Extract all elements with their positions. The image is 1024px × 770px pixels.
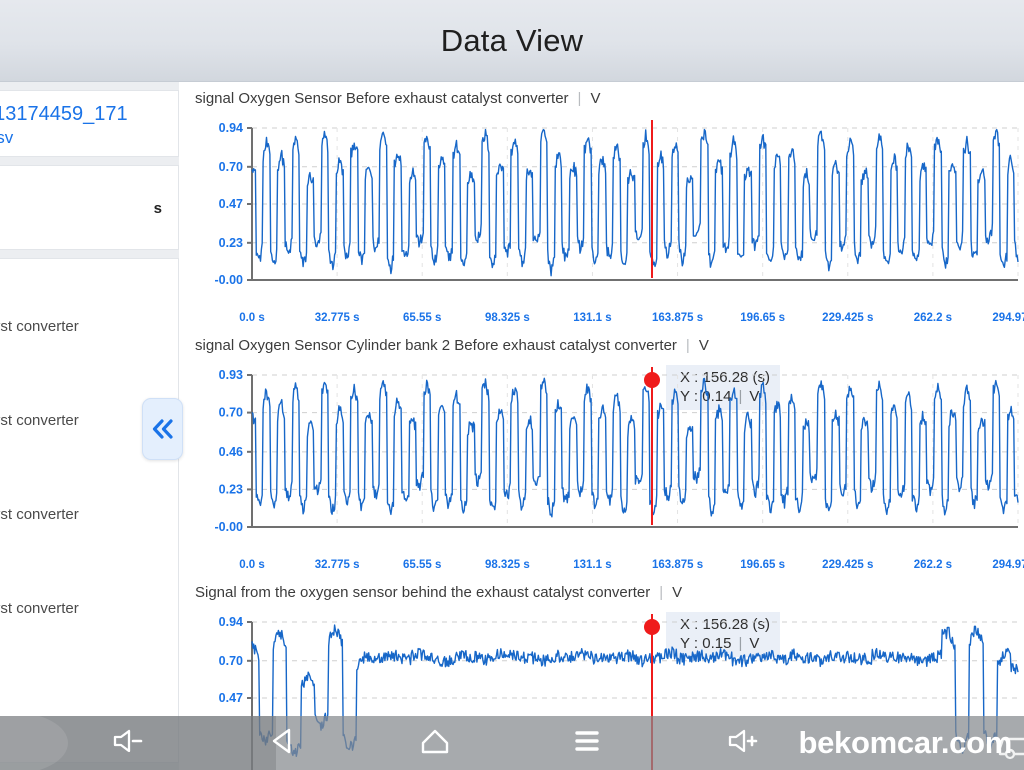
x-tick-label: 294.975 s: [992, 312, 1024, 324]
chart-unit-label: V: [672, 584, 683, 601]
chart-title-2: signal Oxygen Sensor Cylinder bank 2 Bef…: [195, 337, 709, 354]
x-tick-label: 163.875 s: [651, 559, 704, 571]
x-axis-1: 0.0 s 32.775 s 65.55 s 98.325 s 131.1 s 163.8…: [190, 312, 1024, 330]
plot-area-2[interactable]: -0.00 0.23 0.46 0.70 0.93: [190, 367, 1024, 557]
cursor-marker-1[interactable]: [644, 372, 660, 388]
recents-button[interactable]: [558, 716, 616, 770]
volume-down-button[interactable]: [100, 716, 156, 770]
back-button[interactable]: [255, 716, 313, 770]
list-item[interactable]: ust catalyst converter: [0, 279, 179, 373]
volume-down-icon: [111, 727, 145, 760]
x-tick-label: 98.325 s: [484, 312, 530, 324]
cursor-marker-2[interactable]: [644, 619, 660, 635]
page-title: Data View: [440, 22, 584, 58]
range-card: s: [0, 165, 179, 250]
waveform-chart-2[interactable]: -0.00 0.23 0.46 0.70 0.93: [190, 367, 1024, 557]
svg-text:-0.00: -0.00: [215, 273, 244, 287]
signal-list-card: ust catalyst converter ust catalyst conv…: [0, 258, 179, 763]
svg-text:0.23: 0.23: [219, 482, 243, 496]
svg-text:0.94: 0.94: [219, 121, 243, 135]
svg-text:0.46: 0.46: [219, 445, 243, 459]
chevron-double-left-icon: [150, 417, 176, 441]
chart-unit-label: V: [590, 90, 601, 107]
chart-title-3: Signal from the oxygen sensor behind the…: [195, 584, 682, 601]
car-icon: [994, 728, 1024, 768]
range-unit-label: s: [153, 200, 162, 217]
x-tick-label: 131.1 s: [573, 312, 612, 324]
list-item[interactable]: ust catalyst converter: [0, 467, 179, 561]
app-header: Data View: [0, 0, 1024, 82]
charts-column: signal Oxygen Sensor Before exhaust cata…: [190, 82, 1024, 770]
x-tick-label: 229.425 s: [822, 312, 874, 324]
chart-title-text: Signal from the oxygen sensor behind the…: [195, 584, 651, 601]
svg-text:0.47: 0.47: [219, 197, 243, 211]
chart-block-2: signal Oxygen Sensor Cylinder bank 2 Bef…: [190, 337, 1024, 657]
svg-text:-0.00: -0.00: [215, 520, 244, 534]
file-extension-label: .csv: [0, 128, 14, 147]
svg-text:0.70: 0.70: [219, 406, 243, 420]
x-tick-label: 65.55 s: [403, 559, 442, 571]
watermark: bekomcar.com: [798, 716, 1024, 770]
x-tick-label: 32.775 s: [314, 559, 360, 571]
title-separator: |: [659, 584, 664, 601]
list-item-label: ust catalyst converter: [0, 599, 79, 617]
list-item-label: ust catalyst converter: [0, 317, 79, 335]
svg-text:0.94: 0.94: [219, 615, 243, 629]
file-name-label: 313174459_171: [0, 103, 128, 125]
chart-title-1: signal Oxygen Sensor Before exhaust cata…: [195, 90, 600, 107]
svg-text:0.23: 0.23: [219, 236, 243, 250]
cursor-line-2: [651, 367, 653, 525]
back-triangle-icon: [269, 726, 299, 761]
waveform-chart-1[interactable]: -0.00 0.23 0.47 0.70 0.94: [190, 120, 1024, 310]
x-tick-label: 163.875 s: [651, 312, 704, 324]
chart-title-text: signal Oxygen Sensor Cylinder bank 2 Bef…: [195, 337, 677, 354]
x-tick-label: 229.425 s: [822, 559, 874, 571]
volume-up-icon: [726, 727, 760, 760]
x-tick-label: 262.2 s: [913, 312, 953, 324]
x-tick-label: 98.325 s: [484, 559, 530, 571]
volume-up-button[interactable]: [715, 716, 771, 770]
list-item-label: ust catalyst converter: [0, 411, 79, 429]
x-tick-label: 32.775 s: [314, 312, 360, 324]
watermark-text: bekomcar.com: [798, 725, 1012, 760]
title-separator: |: [685, 337, 690, 354]
svg-text:0.93: 0.93: [219, 368, 243, 382]
x-tick-label: 65.55 s: [403, 312, 442, 324]
android-navigation-bar: bekomcar.com: [0, 712, 1024, 770]
x-tick-label: 262.2 s: [913, 559, 953, 571]
x-tick-label: 0.0 s: [239, 559, 265, 571]
file-card[interactable]: 313174459_171 .csv: [0, 90, 179, 157]
home-button[interactable]: [406, 716, 464, 770]
plot-area-1[interactable]: -0.00 0.23 0.47 0.70 0.94: [190, 120, 1024, 310]
data-view-screen: Data View 313174459_171 .csv s ust catal…: [0, 0, 1024, 770]
x-tick-label: 131.1 s: [573, 559, 612, 571]
sidebar-collapse-button[interactable]: [142, 398, 183, 460]
x-tick-label: 294.975 s: [992, 559, 1024, 571]
list-item[interactable]: ust catalyst converter: [0, 561, 179, 655]
menu-icon: [572, 727, 602, 760]
title-separator: |: [577, 90, 582, 107]
chart-unit-label: V: [698, 337, 709, 354]
x-axis-2: 0.0 s 32.775 s 65.55 s 98.325 s 131.1 s 163.8…: [190, 559, 1024, 577]
body-container: 313174459_171 .csv s ust catalyst conver…: [0, 82, 1024, 770]
svg-text:0.70: 0.70: [219, 160, 243, 174]
x-tick-label: 0.0 s: [239, 312, 265, 324]
list-item-label: ust catalyst converter: [0, 505, 79, 523]
svg-text:0.47: 0.47: [219, 691, 243, 705]
chart-block-1: signal Oxygen Sensor Before exhaust cata…: [190, 90, 1024, 410]
x-tick-label: 196.65 s: [740, 312, 786, 324]
x-tick-label: 196.65 s: [740, 559, 786, 571]
home-icon: [420, 726, 450, 761]
svg-text:0.70: 0.70: [219, 654, 243, 668]
chart-title-text: signal Oxygen Sensor Before exhaust cata…: [195, 90, 569, 107]
cursor-line-1: [651, 120, 653, 278]
